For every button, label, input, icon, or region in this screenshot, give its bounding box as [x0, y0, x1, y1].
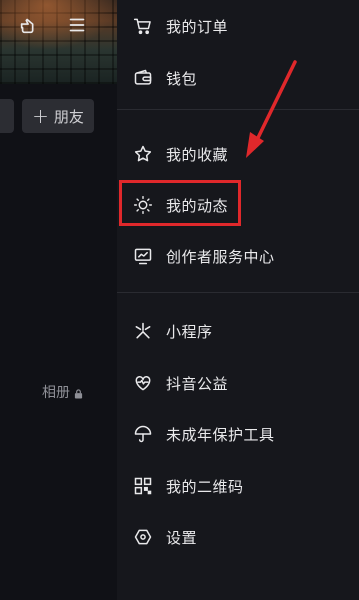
menu-item-orders[interactable]: 我的订单	[117, 4, 359, 48]
menu-item-label: 小程序	[166, 322, 213, 341]
menu-item-charity[interactable]: 抖音公益	[117, 361, 359, 405]
qr-code-icon	[133, 476, 153, 496]
menu-item-favorites[interactable]: 我的收藏	[117, 132, 359, 176]
umbrella-icon	[133, 424, 153, 444]
menu-item-label: 设置	[166, 528, 198, 547]
settings-hexagon-icon	[133, 527, 153, 547]
menu-icon[interactable]	[66, 14, 88, 36]
menu-item-label: 我的二维码	[166, 477, 244, 496]
profile-page-dimmed: + 朋友 相册	[0, 0, 117, 600]
add-friend-button[interactable]: + 朋友	[22, 99, 94, 133]
menu-item-label: 我的收藏	[166, 145, 229, 164]
chart-monitor-icon	[133, 246, 153, 266]
star-icon	[133, 144, 153, 164]
divider	[117, 292, 359, 293]
menu-item-label: 创作者服务中心	[166, 247, 275, 266]
highlight-box	[119, 180, 241, 226]
wallet-icon	[133, 68, 153, 88]
menu-item-wallet[interactable]: 钱包	[117, 56, 359, 100]
menu-item-label: 钱包	[166, 69, 198, 88]
heart-pulse-icon	[133, 373, 153, 393]
menu-item-creator-center[interactable]: 创作者服务中心	[117, 234, 359, 278]
menu-item-label: 抖音公益	[166, 374, 229, 393]
lock-icon	[74, 387, 83, 399]
menu-item-minor-protection[interactable]: 未成年保护工具	[117, 412, 359, 456]
menu-item-qr-code[interactable]: 我的二维码	[117, 464, 359, 508]
plus-icon: +	[32, 104, 49, 128]
album-label: 相册	[42, 385, 70, 401]
add-friend-label: 朋友	[53, 107, 84, 126]
side-drawer-menu: 我的订单 钱包 我的收藏 我的动态 创作者服务中心 小程序 抖音公益 未成年保护…	[117, 0, 359, 600]
mini-program-icon	[133, 321, 153, 341]
edit-profile-button[interactable]	[0, 99, 14, 133]
divider	[117, 109, 359, 110]
pointing-hand-icon[interactable]	[18, 14, 40, 36]
album-tab[interactable]: 相册	[42, 382, 83, 402]
shopping-cart-icon	[133, 16, 153, 36]
menu-item-mini-programs[interactable]: 小程序	[117, 309, 359, 353]
menu-item-label: 未成年保护工具	[166, 425, 275, 444]
menu-item-settings[interactable]: 设置	[117, 515, 359, 559]
menu-item-label: 我的订单	[166, 17, 229, 36]
